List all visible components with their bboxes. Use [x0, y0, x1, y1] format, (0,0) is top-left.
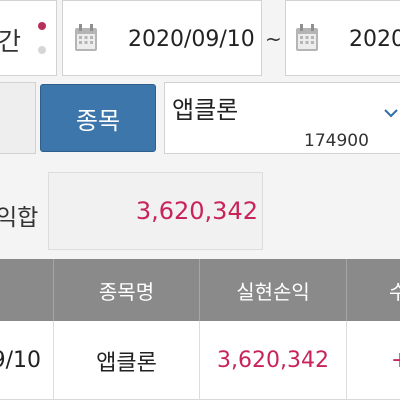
- cell-profit: 3,620,342: [217, 348, 329, 373]
- date-from-value[interactable]: 2020/09/10: [128, 27, 255, 52]
- column-header-date: [0, 259, 53, 321]
- period-indicator-active: [38, 22, 46, 30]
- column-header-profit: 실현손익: [236, 279, 310, 304]
- cell-rate: +: [347, 321, 400, 400]
- account-button[interactable]: [0, 82, 36, 154]
- column-header-rate: 수: [389, 279, 400, 304]
- calendar-icon[interactable]: [74, 24, 98, 52]
- stock-code: 174900: [304, 131, 369, 151]
- column-header-name: 종목명: [98, 279, 155, 304]
- period-label: 간: [0, 27, 22, 56]
- date-to-value[interactable]: 2020/: [349, 27, 400, 52]
- cell-date: 9/10: [0, 348, 41, 373]
- date-range-separator: ~: [265, 27, 282, 51]
- total-profit-value: 3,620,342: [135, 197, 258, 225]
- chevron-down-icon[interactable]: [384, 108, 398, 118]
- stock-button[interactable]: 종목: [40, 84, 156, 152]
- stock-name: 앱클론: [172, 96, 239, 124]
- total-profit-label: 익합: [0, 205, 39, 231]
- period-indicator-inactive: [38, 46, 46, 54]
- calendar-icon[interactable]: [295, 24, 319, 52]
- cell-stock-name: 앱클론: [96, 350, 157, 376]
